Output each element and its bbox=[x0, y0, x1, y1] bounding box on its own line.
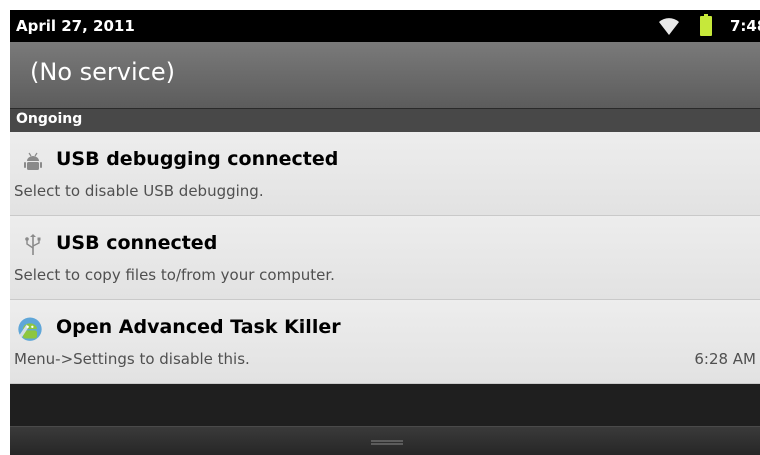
notification-title: USB debugging connected bbox=[56, 148, 339, 170]
carrier-header: (No service) bbox=[10, 42, 760, 108]
carrier-label: (No service) bbox=[30, 58, 175, 86]
status-date: April 27, 2011 bbox=[16, 17, 135, 35]
notification-text: Menu->Settings to disable this. bbox=[14, 350, 250, 368]
section-header-ongoing: Ongoing bbox=[10, 108, 760, 133]
notification-usb-connected[interactable]: USB connected Select to copy files to/fr… bbox=[10, 216, 760, 300]
notification-usb-debugging[interactable]: USB debugging connected Select to disabl… bbox=[10, 132, 760, 216]
wifi-icon bbox=[659, 18, 679, 35]
notification-title: Open Advanced Task Killer bbox=[56, 316, 341, 338]
task-killer-icon bbox=[18, 317, 42, 341]
grip-icon bbox=[371, 440, 403, 445]
notification-text: Select to copy files to/from your comput… bbox=[14, 266, 335, 284]
battery-icon bbox=[700, 14, 712, 36]
status-bar: April 27, 2011 7:48 bbox=[10, 10, 760, 42]
drag-handle[interactable] bbox=[10, 426, 760, 455]
usb-icon bbox=[25, 234, 41, 255]
notification-text: Select to disable USB debugging. bbox=[14, 182, 264, 200]
notification-shade: April 27, 2011 7:48 (No service) Ongoing… bbox=[10, 10, 760, 455]
notification-time: 6:28 AM bbox=[694, 350, 756, 368]
empty-area bbox=[10, 384, 760, 426]
status-time: 7:48 bbox=[730, 17, 760, 35]
android-icon bbox=[24, 152, 42, 170]
notification-task-killer[interactable]: Open Advanced Task Killer Menu->Settings… bbox=[10, 300, 760, 384]
section-label: Ongoing bbox=[16, 111, 83, 127]
notification-title: USB connected bbox=[56, 232, 218, 254]
